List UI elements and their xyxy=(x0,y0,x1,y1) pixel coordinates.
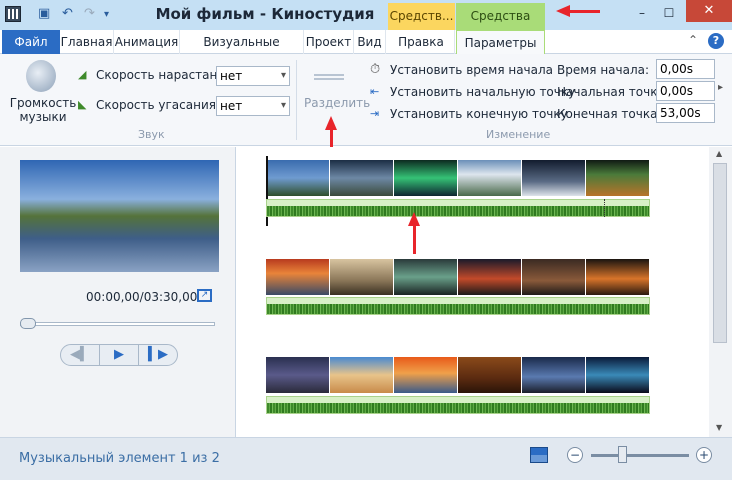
set-start-point-button[interactable]: Установить начальную точку xyxy=(390,85,575,99)
fade-out-icon: ◣ xyxy=(78,98,87,111)
clip-thumbnail[interactable] xyxy=(394,357,458,393)
tab-file[interactable]: Файл xyxy=(2,30,60,54)
minimize-button[interactable]: – xyxy=(630,4,654,22)
tab-parameters[interactable]: Параметры xyxy=(456,30,545,55)
ribbon-panel: Громкость музыки ◢ Скорость нарастания: … xyxy=(0,54,732,146)
clip-thumbnail[interactable] xyxy=(330,160,394,196)
audio-track[interactable] xyxy=(266,297,650,315)
context-tab-video-tools[interactable]: Средств... xyxy=(388,3,455,30)
preview-image xyxy=(20,160,219,272)
clip-row xyxy=(266,259,650,295)
clip-thumbnail[interactable] xyxy=(266,259,330,295)
playback-time: 00:00,00/03:30,00 xyxy=(86,290,198,304)
zoom-thumb[interactable] xyxy=(618,446,627,463)
film-icon[interactable] xyxy=(5,6,21,22)
play-button[interactable]: ▶ xyxy=(99,344,139,366)
clip-thumbnail[interactable] xyxy=(522,357,586,393)
context-tab-music-tools[interactable]: Средства дл... xyxy=(456,3,545,50)
fullscreen-icon[interactable]: ↗ xyxy=(197,289,212,302)
zoom-slider[interactable] xyxy=(591,454,689,457)
clip-thumbnail[interactable] xyxy=(266,357,330,393)
close-button[interactable]: ✕ xyxy=(686,0,732,22)
audio-track[interactable] xyxy=(266,396,650,414)
redo-icon[interactable]: ↷ xyxy=(84,6,95,21)
clip-thumbnail[interactable] xyxy=(266,160,330,196)
group-label-edit: Изменение xyxy=(486,128,551,141)
start-point-icon: ⇤ xyxy=(370,85,380,98)
clip-thumbnail[interactable] xyxy=(522,160,586,196)
fade-out-label: Скорость угасания: xyxy=(96,98,221,112)
tab-view[interactable]: Вид xyxy=(354,30,386,54)
start-time-label: Время начала: xyxy=(557,63,650,77)
start-point-label: Начальная точка: xyxy=(557,85,669,99)
audio-split-marker xyxy=(604,199,605,217)
end-point-icon: ⇥ xyxy=(370,107,380,120)
window-title: Мой фильм - Киностудия xyxy=(155,5,375,23)
tab-project[interactable]: Проект xyxy=(304,30,354,54)
clip-row xyxy=(266,160,650,196)
clip-thumbnail[interactable] xyxy=(522,259,586,295)
chevron-down-icon[interactable]: ▾ xyxy=(104,9,109,20)
ribbon-scroll-right-icon[interactable]: ▸ xyxy=(718,82,723,93)
thumbnail-size-icon[interactable] xyxy=(530,447,548,463)
clip-thumbnail[interactable] xyxy=(458,259,522,295)
save-icon[interactable]: ▣ xyxy=(38,6,50,21)
start-point-input[interactable]: 0,00s xyxy=(656,81,715,101)
zoom-out-button[interactable]: − xyxy=(567,447,583,463)
seek-slider[interactable] xyxy=(20,322,215,326)
clip-thumbnail[interactable] xyxy=(586,160,650,196)
stopwatch-icon: ⏱ xyxy=(370,62,381,77)
tab-home[interactable]: Главная xyxy=(60,30,114,54)
previous-frame-button[interactable]: ◀▍ xyxy=(60,344,100,366)
clip-thumbnail[interactable] xyxy=(586,259,650,295)
annotation-arrowhead xyxy=(408,212,420,226)
clip-thumbnail[interactable] xyxy=(458,357,522,393)
start-time-input[interactable]: 0,00s xyxy=(656,59,715,79)
undo-icon[interactable]: ↶ xyxy=(62,6,73,21)
annotation-arrow xyxy=(570,10,600,13)
help-icon[interactable]: ? xyxy=(708,33,724,49)
seek-thumb[interactable] xyxy=(20,318,36,329)
collapse-ribbon-icon[interactable]: ⌃ xyxy=(688,33,698,47)
end-point-input[interactable]: 53,00s xyxy=(656,103,715,123)
clip-thumbnail[interactable] xyxy=(330,259,394,295)
annotation-arrowhead xyxy=(325,116,337,130)
maximize-button[interactable]: ☐ xyxy=(657,4,681,22)
vertical-scrollbar[interactable]: ▲ ▼ xyxy=(709,147,732,437)
status-bar: Музыкальный элемент 1 из 2 − + xyxy=(0,437,732,480)
clip-thumbnail[interactable] xyxy=(330,357,394,393)
audio-track-selected[interactable] xyxy=(266,199,650,217)
volume-button[interactable]: Громкость музыки xyxy=(8,96,78,124)
title-bar: ▣ ↶ ↷ ▾ Мой фильм - Киностудия Средств..… xyxy=(0,0,732,50)
tab-edit[interactable]: Правка xyxy=(388,30,455,54)
split-icon xyxy=(314,74,344,80)
end-point-label: Конечная точка: xyxy=(557,107,662,121)
set-start-time-button[interactable]: Установить время начала xyxy=(390,63,553,77)
scroll-up-icon[interactable]: ▲ xyxy=(716,149,722,158)
annotation-arrow xyxy=(413,222,416,254)
clip-thumbnail[interactable] xyxy=(394,259,458,295)
status-text: Музыкальный элемент 1 из 2 xyxy=(19,451,220,466)
fade-out-select[interactable]: нет xyxy=(216,96,290,116)
fade-in-select[interactable]: нет xyxy=(216,66,290,86)
fade-in-icon: ◢ xyxy=(78,68,87,81)
clip-thumbnail[interactable] xyxy=(394,160,458,196)
group-separator xyxy=(296,60,297,140)
scroll-thumb[interactable] xyxy=(713,163,727,343)
group-label-sound: Звук xyxy=(138,128,165,141)
tab-animation[interactable]: Анимация xyxy=(114,30,180,54)
clip-thumbnail[interactable] xyxy=(586,357,650,393)
set-end-point-button[interactable]: Установить конечную точку xyxy=(390,107,568,121)
ribbon-tabs: Файл Главная Анимация Визуальные эффекты… xyxy=(0,30,732,73)
clip-thumbnail[interactable] xyxy=(458,160,522,196)
tab-visual-effects[interactable]: Визуальные эффекты xyxy=(180,30,304,73)
annotation-arrowhead xyxy=(556,5,570,17)
split-button[interactable]: Разделить xyxy=(304,96,370,110)
scroll-down-icon[interactable]: ▼ xyxy=(716,423,722,432)
speaker-icon[interactable] xyxy=(26,60,56,92)
zoom-in-button[interactable]: + xyxy=(696,447,712,463)
next-frame-button[interactable]: ▍▶ xyxy=(138,344,178,366)
clip-row xyxy=(266,357,650,393)
